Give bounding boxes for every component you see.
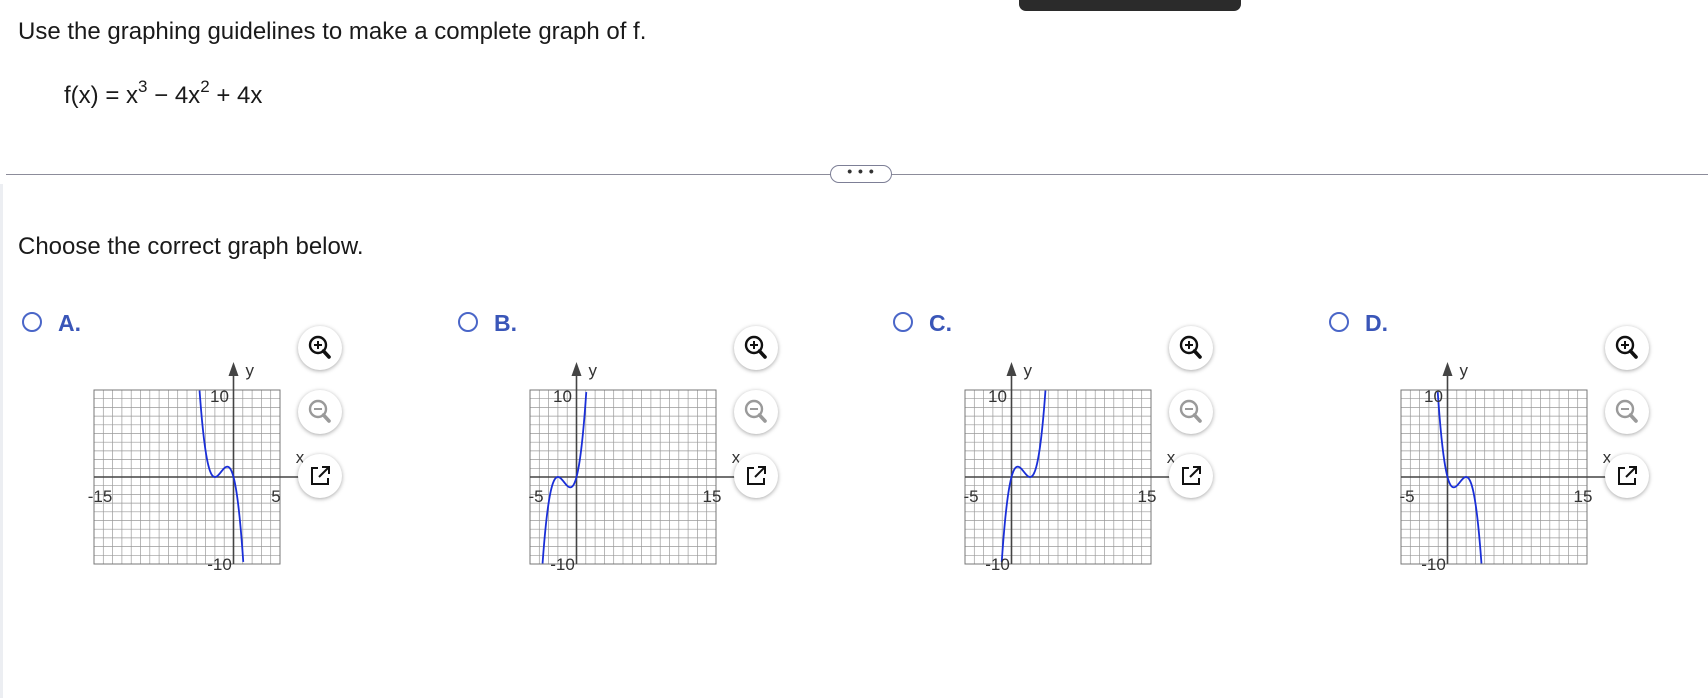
function-graph: 10-10-5 15xy (963, 361, 1187, 572)
answer-prompt: Choose the correct graph below. (18, 233, 364, 260)
option-b[interactable]: B. 10 -10 -5 15 x y (458, 300, 888, 600)
x-max-label: 15 (1574, 487, 1593, 506)
zoom-in-icon (744, 335, 767, 359)
zoom-out-button[interactable] (298, 390, 342, 434)
y-min-label: -10 (207, 555, 232, 572)
left-margin-rule (0, 184, 3, 698)
open-external-button[interactable] (734, 454, 778, 498)
radio-button[interactable] (893, 312, 913, 332)
function-graph: 10-10-5 15xy (528, 361, 752, 572)
radio-button[interactable] (1329, 312, 1349, 332)
zoom-in-button[interactable] (734, 326, 778, 370)
x-min-label: -15 (88, 487, 113, 506)
y-axis-label: y (589, 361, 598, 380)
zoom-out-button[interactable] (1169, 390, 1213, 434)
y-axis-label: y (1024, 361, 1033, 380)
function-definition: f(x) = x3 − 4x2 + 4x (64, 78, 263, 110)
y-max-label: 10 (553, 387, 572, 406)
open-external-icon (747, 466, 766, 485)
option-a[interactable]: A. 10 -10 -15 5 x y (22, 300, 452, 600)
zoom-in-icon (1615, 335, 1638, 359)
zoom-out-button[interactable] (734, 390, 778, 434)
option-letter: D. (1365, 310, 1388, 336)
zoom-in-button[interactable] (1169, 326, 1213, 370)
function-term-2: − 4x (147, 82, 201, 109)
function-lhs: f(x) = x (64, 82, 139, 109)
zoom-out-icon (308, 399, 331, 423)
question-instruction: Use the graphing guidelines to make a co… (18, 18, 647, 45)
x-min-label: -5 (528, 487, 543, 506)
function-term-3: + 4x (209, 82, 263, 109)
open-external-button[interactable] (298, 454, 342, 498)
y-max-label: 10 (1424, 387, 1443, 406)
radio-button[interactable] (22, 312, 42, 332)
zoom-in-icon (308, 335, 331, 359)
y-max-label: 10 (210, 387, 229, 406)
y-min-label: -10 (1421, 555, 1446, 572)
option-d[interactable]: D. 10 -10 -5 15 x y (1329, 300, 1708, 600)
x-min-label: -5 (1399, 487, 1414, 506)
option-c[interactable]: C. 10 -10 -5 15 x y (893, 300, 1323, 600)
expand-more-button[interactable]: • • • (830, 164, 892, 183)
open-external-icon (1182, 466, 1201, 485)
y-min-label: -10 (550, 555, 575, 572)
zoom-out-icon (1615, 399, 1638, 423)
zoom-out-button[interactable] (1605, 390, 1649, 434)
exponent-2: 2 (200, 77, 210, 96)
y-min-label: -10 (985, 555, 1010, 572)
y-axis-label: y (246, 361, 255, 380)
y-max-label: 10 (988, 387, 1007, 406)
x-max-label: 5 (271, 487, 280, 506)
y-axis-arrow (1006, 362, 1017, 376)
y-axis-arrow (571, 362, 582, 376)
option-letter: C. (929, 310, 952, 336)
zoom-in-button[interactable] (1605, 326, 1649, 370)
open-external-button[interactable] (1169, 454, 1213, 498)
option-letter: A. (58, 310, 81, 336)
function-graph: 10-10-5 15xy (1399, 361, 1623, 572)
exponent-3: 3 (138, 77, 148, 96)
window-top-tab (1019, 0, 1241, 11)
zoom-in-button[interactable] (298, 326, 342, 370)
x-max-label: 15 (703, 487, 722, 506)
x-max-label: 15 (1138, 487, 1157, 506)
zoom-out-icon (744, 399, 767, 423)
x-min-label: -5 (963, 487, 978, 506)
y-axis-arrow (228, 362, 239, 376)
y-axis-label: y (1460, 361, 1469, 380)
open-external-icon (311, 466, 330, 485)
function-graph: 10-10-15 5xy (88, 361, 316, 572)
open-external-icon (1618, 466, 1637, 485)
y-axis-arrow (1442, 362, 1453, 376)
zoom-out-icon (1179, 399, 1202, 423)
option-letter: B. (494, 310, 517, 336)
open-external-button[interactable] (1605, 454, 1649, 498)
zoom-in-icon (1179, 335, 1202, 359)
radio-button[interactable] (458, 312, 478, 332)
